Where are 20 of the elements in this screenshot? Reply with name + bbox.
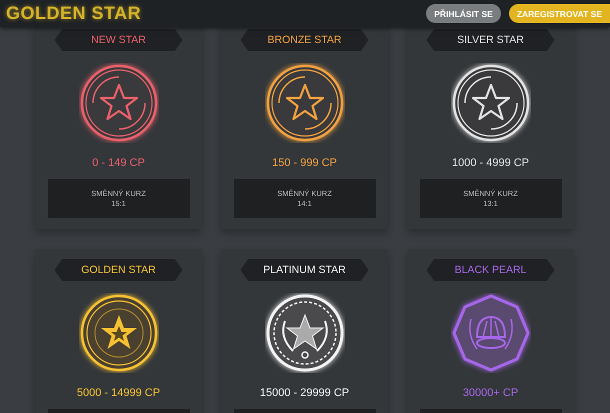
star-medal-icon [80,294,157,372]
points-range: 150 - 999 CP [272,157,337,169]
tier-name: BRONZE STAR [240,29,368,51]
tier-name: GOLDEN STAR [54,259,182,281]
points-range: 15000 - 29999 CP [260,387,350,399]
login-button[interactable]: PŘIHLÁSIT SE [426,4,501,23]
tier-name: NEW STAR [54,29,182,51]
pearl-shell-medal-icon [452,294,529,372]
tier-name: PLATINUM STAR [240,259,368,281]
star-medal-icon [452,64,529,142]
tier-name: SILVER STAR [426,29,554,51]
points-range: 0 - 149 CP [92,157,145,169]
points-range: 30000+ CP [462,387,518,399]
laurel-star-medal-icon [266,294,343,372]
points-range: 5000 - 14999 CP [76,387,160,399]
tier-name: BLACK PEARL [426,259,554,281]
logo[interactable]: GOLDEN STAR [6,3,142,24]
points-range: 1000 - 4999 CP [452,157,530,169]
star-medal-icon [266,64,343,142]
star-medal-icon [80,64,157,142]
